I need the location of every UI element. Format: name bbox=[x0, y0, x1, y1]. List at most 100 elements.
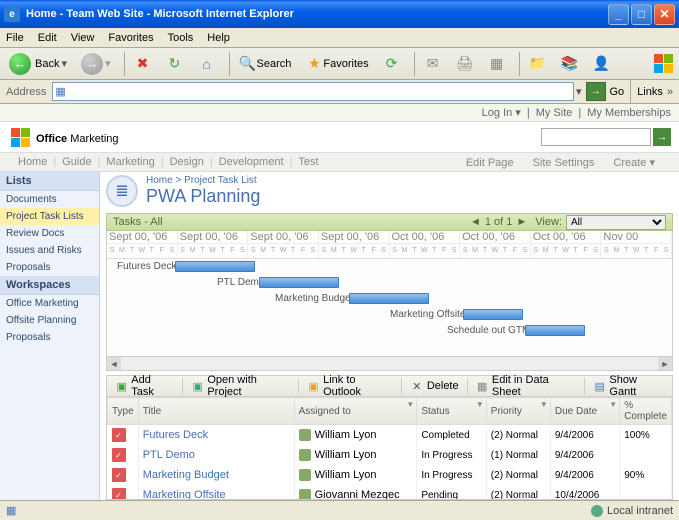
nav-home[interactable]: Home bbox=[18, 156, 47, 168]
nav-project-task-lists[interactable]: Project Task Lists bbox=[0, 208, 99, 225]
research-button[interactable]: 📚 bbox=[556, 52, 584, 76]
login-link[interactable]: Log In ▾ bbox=[482, 106, 521, 119]
nav-review-docs[interactable]: Review Docs bbox=[0, 225, 99, 242]
discuss-button[interactable]: 📁 bbox=[524, 52, 552, 76]
col-priority[interactable]: Priority▼ bbox=[486, 398, 550, 425]
scroll-right-icon[interactable]: ► bbox=[658, 357, 672, 371]
go-button[interactable]: → bbox=[586, 82, 606, 101]
create-link[interactable]: Create ▾ bbox=[613, 157, 655, 169]
search-button[interactable]: 🔍Search bbox=[234, 52, 297, 76]
back-button[interactable]: ←Back▾ bbox=[4, 52, 72, 76]
gantt-task-label: Marketing Budget bbox=[275, 293, 353, 304]
gantt-bar[interactable] bbox=[259, 277, 339, 288]
show-gantt-button[interactable]: ▤Show Gantt bbox=[587, 377, 670, 395]
filter-icon[interactable]: ▼ bbox=[540, 400, 548, 409]
history-icon: ⟳ bbox=[383, 55, 401, 73]
gantt-row: Schedule out GTM bbox=[107, 323, 672, 339]
filter-icon[interactable]: ▼ bbox=[476, 400, 484, 409]
site-search: → bbox=[541, 128, 671, 146]
filter-icon[interactable]: ▼ bbox=[609, 400, 617, 409]
cell-due: 10/4/2006 bbox=[550, 485, 619, 500]
scroll-left-icon[interactable]: ◄ bbox=[107, 357, 121, 371]
print-button[interactable]: 🖨 bbox=[451, 52, 479, 76]
mail-button[interactable]: ✉ bbox=[419, 52, 447, 76]
gantt-bar[interactable] bbox=[525, 325, 585, 336]
page-next[interactable]: ► bbox=[516, 216, 527, 228]
col-assigned-to[interactable]: Assigned to▼ bbox=[294, 398, 417, 425]
minimize-button[interactable]: _ bbox=[608, 4, 629, 25]
edit-page-link[interactable]: Edit Page bbox=[466, 157, 514, 169]
menu-help[interactable]: Help bbox=[207, 32, 230, 44]
col-type[interactable]: Type bbox=[108, 398, 139, 425]
nav-proposals[interactable]: Proposals bbox=[0, 259, 99, 276]
menu-tools[interactable]: Tools bbox=[168, 32, 194, 44]
menu-file[interactable]: File bbox=[6, 32, 24, 44]
menu-favorites[interactable]: Favorites bbox=[108, 32, 153, 44]
forward-button[interactable]: →▾ bbox=[76, 52, 116, 76]
gantt-row: Marketing Offsite bbox=[107, 307, 672, 323]
gantt-row: Marketing Budget bbox=[107, 291, 672, 307]
view-select[interactable]: All bbox=[566, 215, 666, 230]
col--complete[interactable]: % Complete bbox=[620, 398, 672, 425]
delete-button[interactable]: ✕Delete bbox=[404, 377, 465, 395]
table-row[interactable]: ✓Marketing OffsiteGiovanni MezgecPending… bbox=[108, 485, 672, 500]
close-button[interactable]: ✕ bbox=[654, 4, 675, 25]
search-go-button[interactable]: → bbox=[653, 128, 671, 146]
ws-proposals[interactable]: Proposals bbox=[0, 329, 99, 346]
gantt-scrollbar[interactable]: ◄ ► bbox=[107, 356, 672, 370]
maximize-button[interactable]: □ bbox=[631, 4, 652, 25]
stop-button[interactable]: ✖ bbox=[129, 52, 157, 76]
links-chevron-icon[interactable]: » bbox=[667, 86, 673, 98]
add-task-button[interactable]: ▣Add Task bbox=[109, 377, 180, 395]
history-button[interactable]: ⟳ bbox=[378, 52, 406, 76]
memberships-link[interactable]: My Memberships bbox=[587, 107, 671, 119]
cell-priority: (2) Normal bbox=[486, 425, 550, 446]
nav-development[interactable]: Development bbox=[219, 156, 284, 168]
link-outlook-button[interactable]: ▣Link to Outlook bbox=[301, 377, 399, 395]
site-settings-link[interactable]: Site Settings bbox=[533, 157, 595, 169]
breadcrumb-path[interactable]: Home > Project Task List bbox=[146, 175, 260, 186]
edit-button[interactable]: ▦ bbox=[483, 52, 511, 76]
ws-offsite-planning[interactable]: Offsite Planning bbox=[0, 312, 99, 329]
workspaces-header: Workspaces bbox=[0, 276, 99, 295]
address-input[interactable]: ▦ bbox=[52, 82, 574, 101]
site-title: Office Marketing bbox=[36, 127, 119, 147]
filter-icon[interactable]: ▼ bbox=[406, 400, 414, 409]
cell-priority: (2) Normal bbox=[486, 485, 550, 500]
open-project-button[interactable]: ▣Open with Project bbox=[185, 377, 296, 395]
address-dropdown[interactable]: ▾ bbox=[576, 85, 582, 98]
refresh-button[interactable]: ↻ bbox=[161, 52, 189, 76]
gantt-bar[interactable] bbox=[463, 309, 523, 320]
nav-issues-risks[interactable]: Issues and Risks bbox=[0, 242, 99, 259]
col-due-date[interactable]: Due Date▼ bbox=[550, 398, 619, 425]
menu-view[interactable]: View bbox=[71, 32, 95, 44]
table-row[interactable]: ✓Marketing BudgetWilliam LyonIn Progress… bbox=[108, 465, 672, 485]
ws-office-marketing[interactable]: Office Marketing bbox=[0, 295, 99, 312]
main-content: ≣ Home > Project Task List PWA Planning … bbox=[100, 172, 679, 500]
favorites-button[interactable]: ★Favorites bbox=[300, 52, 373, 76]
edit-datasheet-button[interactable]: ▦Edit in Data Sheet bbox=[470, 377, 583, 395]
nav-design[interactable]: Design bbox=[170, 156, 204, 168]
task-title-link[interactable]: Futures Deck bbox=[143, 429, 208, 441]
task-title-link[interactable]: PTL Demo bbox=[143, 449, 195, 461]
table-row[interactable]: ✓Futures DeckWilliam LyonCompleted(2) No… bbox=[108, 425, 672, 446]
page-prev[interactable]: ◄ bbox=[470, 216, 481, 228]
nav-marketing[interactable]: Marketing bbox=[106, 156, 154, 168]
links-label[interactable]: Links bbox=[637, 86, 663, 98]
mysite-link[interactable]: My Site bbox=[536, 107, 573, 119]
menu-edit[interactable]: Edit bbox=[38, 32, 57, 44]
nav-documents[interactable]: Documents bbox=[0, 191, 99, 208]
search-input[interactable] bbox=[541, 128, 651, 146]
nav-guide[interactable]: Guide bbox=[62, 156, 91, 168]
gantt-bar[interactable] bbox=[349, 293, 429, 304]
col-status[interactable]: Status▼ bbox=[417, 398, 486, 425]
col-title[interactable]: Title bbox=[138, 398, 294, 425]
table-row[interactable]: ✓PTL DemoWilliam LyonIn Progress(1) Norm… bbox=[108, 445, 672, 465]
home-button[interactable]: ⌂ bbox=[193, 52, 221, 76]
nav-test[interactable]: Test bbox=[298, 156, 318, 168]
task-title-link[interactable]: Marketing Budget bbox=[143, 469, 229, 481]
gantt-bar[interactable] bbox=[175, 261, 255, 272]
task-grid: TypeTitleAssigned to▼Status▼Priority▼Due… bbox=[106, 397, 673, 500]
task-title-link[interactable]: Marketing Offsite bbox=[143, 489, 226, 500]
messenger-button[interactable]: 👤 bbox=[588, 52, 616, 76]
